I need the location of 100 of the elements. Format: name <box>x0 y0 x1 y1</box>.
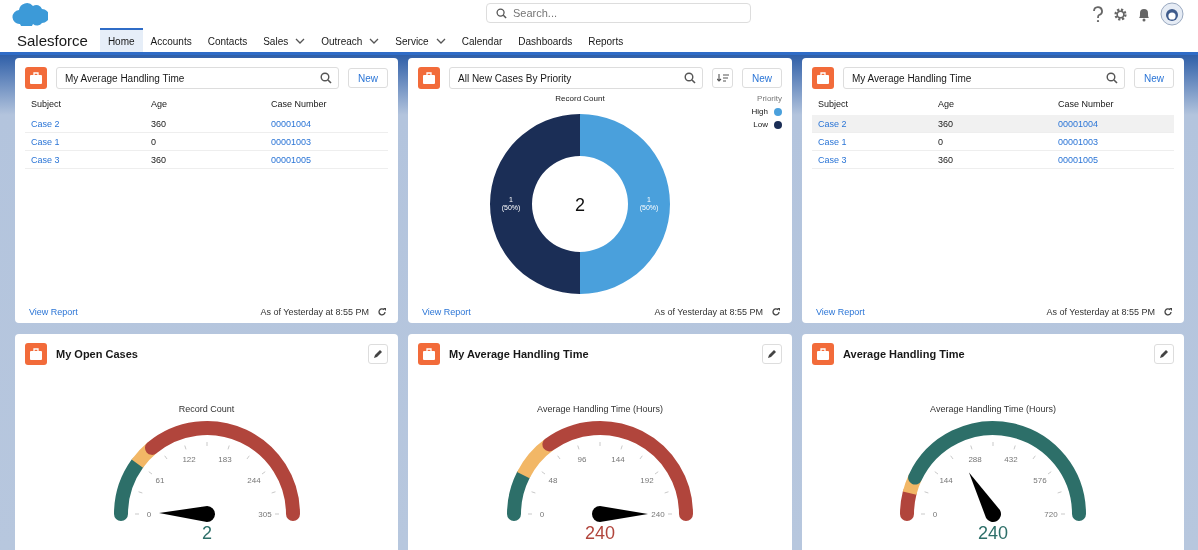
table-cell: 360 <box>145 150 265 169</box>
new-button[interactable]: New <box>1134 68 1174 88</box>
table-link[interactable]: Case 3 <box>812 150 932 169</box>
column-header: Subject <box>30 98 63 111</box>
tick-label: 61 <box>155 475 165 485</box>
report-picker[interactable]: All New Cases By Priority <box>449 67 703 89</box>
chart-title: Record Count <box>555 94 605 103</box>
tick-label: 576 <box>1033 475 1047 485</box>
report-picker[interactable]: My Average Handling Time <box>843 67 1125 89</box>
card-title: My Average Handling Time <box>449 348 589 360</box>
nav-tab[interactable]: Dashboards <box>510 28 581 52</box>
table-link[interactable]: Case 2 <box>812 115 932 133</box>
table-link[interactable]: 00001003 <box>1052 132 1174 151</box>
table-cell: 360 <box>932 115 1052 133</box>
nav-tab[interactable]: Accounts <box>142 28 200 52</box>
table-cell: 0 <box>932 132 1052 151</box>
table-link[interactable]: Case 1 <box>25 132 145 151</box>
tick-label: 0 <box>146 510 151 519</box>
timestamp: As of Yesterday at 8:55 PM <box>654 307 763 317</box>
tick-label: 183 <box>217 454 232 464</box>
tick-label: 0 <box>539 510 545 519</box>
view-report-link[interactable]: View Report <box>816 307 865 317</box>
search-icon <box>684 72 696 84</box>
chart-title: Average Handling Time (Hours) <box>537 404 663 414</box>
nav-tab[interactable]: Home <box>99 28 143 52</box>
search-icon <box>320 72 332 84</box>
table-link[interactable]: 00001004 <box>1052 115 1174 133</box>
edit-button[interactable] <box>1154 344 1174 364</box>
search-field[interactable]: Search... <box>486 3 751 23</box>
table-row[interactable]: Case 3 360 00001005 <box>25 150 388 169</box>
nav-tab[interactable]: Service <box>387 28 454 52</box>
pencil-icon <box>767 349 777 359</box>
card-title: My Open Cases <box>56 348 138 360</box>
tick-label: 144 <box>611 454 625 464</box>
settings-icon[interactable] <box>1113 6 1128 22</box>
pencil-icon <box>373 349 383 359</box>
card-title: Average Handling Time <box>843 348 965 360</box>
table-row[interactable]: Case 1 0 00001003 <box>25 132 388 151</box>
nav-tab[interactable]: Outreach <box>313 28 388 52</box>
table-row[interactable]: Case 3 360 00001005 <box>812 150 1174 169</box>
new-button[interactable]: New <box>742 68 782 88</box>
timestamp: As of Yesterday at 8:55 PM <box>1046 307 1155 317</box>
chart-title: Average Handling Time (Hours) <box>930 404 1056 414</box>
tick-label: 48 <box>548 475 558 485</box>
tick-label: 244 <box>246 475 261 485</box>
column-header: Age <box>932 96 1052 115</box>
legend-label: Low <box>753 120 768 129</box>
briefcase-icon <box>25 343 47 365</box>
column-header: Case Number <box>1052 96 1174 115</box>
notification-bell-icon[interactable] <box>1137 6 1151 22</box>
table-link[interactable]: 00001004 <box>265 115 388 133</box>
table-link[interactable]: Case 3 <box>25 150 145 169</box>
tick-label: 144 <box>939 475 953 485</box>
legend-title: Priority <box>757 94 782 103</box>
column-header: Age <box>150 98 168 111</box>
table-row[interactable]: Case 1 0 00001003 <box>812 132 1174 151</box>
tick-label: 720 <box>1044 510 1058 519</box>
column-header: Subject <box>812 96 932 115</box>
table-link[interactable]: Case 1 <box>812 132 932 151</box>
sort-icon <box>716 73 729 83</box>
refresh-icon[interactable] <box>377 307 387 317</box>
table-row[interactable]: Case 2 360 00001004 <box>812 115 1174 133</box>
briefcase-icon <box>812 67 834 89</box>
donut-total: 2 <box>575 195 585 215</box>
edit-button[interactable] <box>368 344 388 364</box>
table-cell: 360 <box>932 150 1052 169</box>
gauge-value: 240 <box>585 523 615 543</box>
table-cell: 360 <box>145 115 265 133</box>
nav-tab[interactable]: Calendar <box>453 28 511 52</box>
avatar-icon[interactable] <box>1160 2 1184 26</box>
tick-label: 122 <box>181 454 196 464</box>
search-icon <box>1106 72 1118 84</box>
briefcase-icon <box>418 343 440 365</box>
nav-tab[interactable]: Contacts <box>199 28 256 52</box>
table-link[interactable]: 00001005 <box>1052 150 1174 169</box>
pencil-icon <box>1159 349 1169 359</box>
table-link[interactable]: 00001003 <box>265 132 388 151</box>
tick-label: 305 <box>257 510 272 519</box>
tick-label: 432 <box>1004 454 1018 464</box>
gauge-needle <box>969 472 1001 522</box>
nav-tab[interactable]: Reports <box>580 28 632 52</box>
chart-title: Record Count <box>178 404 235 414</box>
help-icon[interactable] <box>1092 6 1104 22</box>
app-name: Salesforce <box>17 31 88 49</box>
gauge-value: 240 <box>978 523 1008 543</box>
nav-tab[interactable]: Sales <box>255 28 314 52</box>
new-button[interactable]: New <box>348 68 388 88</box>
table-link[interactable]: 00001005 <box>265 150 388 169</box>
report-picker[interactable]: My Average Handling Time <box>56 67 339 89</box>
table-cell: 0 <box>145 132 265 151</box>
refresh-icon[interactable] <box>771 307 781 317</box>
view-report-link[interactable]: View Report <box>422 307 471 317</box>
refresh-icon[interactable] <box>1163 307 1173 317</box>
view-report-link[interactable]: View Report <box>29 307 78 317</box>
briefcase-icon <box>812 343 834 365</box>
table-row[interactable]: Case 2 360 00001004 <box>25 115 388 133</box>
table-link[interactable]: Case 2 <box>25 115 145 133</box>
sort-button[interactable] <box>712 68 733 88</box>
tick-label: 192 <box>640 475 654 485</box>
edit-button[interactable] <box>762 344 782 364</box>
